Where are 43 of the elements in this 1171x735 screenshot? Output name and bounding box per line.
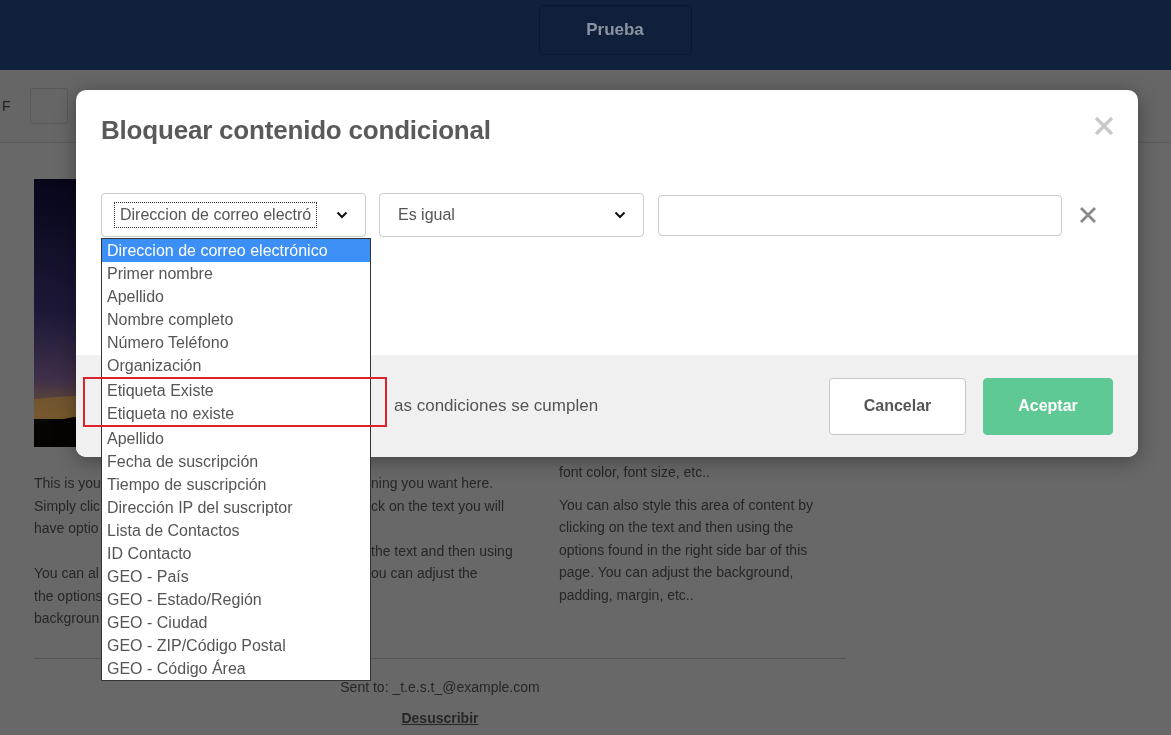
text-fragment: You can al xyxy=(34,564,99,583)
toolbar-text: F xyxy=(2,98,12,114)
dropdown-option[interactable]: Nombre completo xyxy=(102,308,370,331)
dropdown-option[interactable]: Etiqueta no existe xyxy=(102,402,370,425)
chevron-icon xyxy=(614,211,626,219)
cancel-button[interactable]: Cancelar xyxy=(829,377,966,435)
test-button[interactable]: Prueba xyxy=(538,5,692,55)
text-fragment: This is you xyxy=(34,474,101,493)
text-fragment: the text and then using xyxy=(371,541,513,561)
dropdown-option[interactable]: GEO - ZIP/Código Postal xyxy=(102,634,370,657)
value-input[interactable] xyxy=(658,194,1062,236)
text-fragment: Simply clic xyxy=(34,496,101,516)
dropdown-option[interactable]: Organización xyxy=(102,354,370,377)
text-fragment: ou can adjust the xyxy=(371,564,478,583)
recipient-text: Sent to: _t.e.s.t_@example.com xyxy=(340,678,540,697)
text-fragment: ning you want here. xyxy=(371,474,494,493)
dropdown-option[interactable]: GEO - Ciudad xyxy=(102,611,370,634)
text-fragment: ck on the text you will xyxy=(371,496,505,516)
dropdown-option[interactable]: ID Contacto xyxy=(102,542,370,565)
dropdown-option[interactable]: Dirección IP del suscriptor xyxy=(102,496,370,519)
dropdown-option[interactable]: Lista de Contactos xyxy=(102,519,370,542)
dropdown-option[interactable]: Tiempo de suscripción xyxy=(102,473,370,496)
dropdown-option[interactable]: Fecha de suscripción xyxy=(102,450,370,473)
dropdown-option[interactable]: Primer nombre xyxy=(102,262,370,285)
remove-icon[interactable] xyxy=(1079,206,1097,224)
dropdown-option[interactable]: Número Teléfono xyxy=(102,331,370,354)
dropdown-option[interactable]: GEO - Estado/Región xyxy=(102,588,370,611)
text-fragment: the options xyxy=(34,586,103,606)
condition-text: as condiciones se cumplen xyxy=(394,396,600,416)
text-fragment: have optio xyxy=(34,519,99,538)
chevron-icon xyxy=(336,211,348,219)
body-paragraph: You can also style this area of content by clicking on the text and then using the options found in the right side bar of this page. You can adjust the background, padding, margin, etc.. xyxy=(559,495,814,605)
dropdown-option[interactable]: GEO - País xyxy=(102,565,370,588)
text-fragment: backgroun xyxy=(34,609,100,628)
close-icon[interactable] xyxy=(1094,116,1114,136)
operator-select[interactable]: Es igual xyxy=(379,193,644,237)
dialog-title: Bloquear contenido condicional xyxy=(101,114,491,146)
body-text: font color, font size, etc.. xyxy=(559,463,710,482)
dropdown-option[interactable]: GEO - Código Área xyxy=(102,657,370,680)
dropdown-option[interactable]: Etiqueta Existe xyxy=(102,379,370,402)
dropdown-option[interactable]: Apellido xyxy=(102,427,370,450)
dropdown-option[interactable]: Apellido xyxy=(102,285,370,308)
field-select[interactable]: Direccion de correo electró xyxy=(101,193,366,237)
